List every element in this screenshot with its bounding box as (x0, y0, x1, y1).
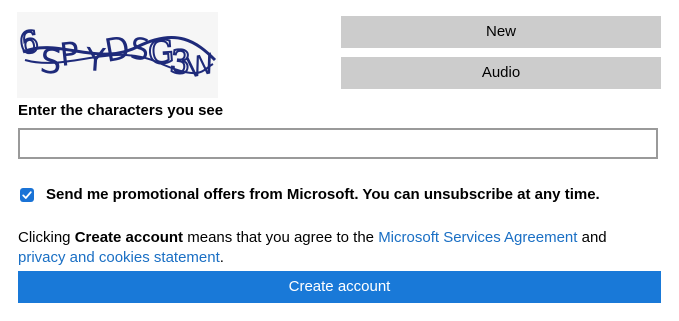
captcha-distorted-text: 6 S P Y D S G 3 W (17, 24, 218, 85)
privacy-statement-link[interactable]: privacy and cookies statement (18, 249, 220, 266)
svg-text:P: P (58, 34, 81, 74)
new-captcha-button[interactable]: New (341, 16, 661, 48)
captcha-image: 6 S P Y D S G 3 W (17, 12, 218, 98)
agreement-middle: means that you agree to the (183, 229, 379, 246)
checkmark-icon (22, 191, 32, 199)
svg-text:W: W (184, 47, 218, 85)
audio-captcha-button[interactable]: Audio (341, 57, 661, 89)
promo-label[interactable]: Send me promotional offers from Microsof… (46, 186, 600, 204)
agreement-bold-create-account: Create account (74, 229, 184, 246)
services-agreement-link[interactable]: Microsoft Services Agreement (378, 229, 577, 246)
captcha-prompt-label: Enter the characters you see (18, 102, 224, 119)
agreement-prefix: Clicking (18, 229, 75, 246)
captcha-input[interactable] (18, 128, 658, 159)
promo-checkbox[interactable] (20, 188, 34, 202)
agreement-end: . (219, 249, 224, 266)
agreement-and: and (577, 229, 607, 246)
svg-text:6: 6 (17, 25, 41, 62)
create-account-button[interactable]: Create account (18, 271, 661, 303)
signup-captcha-page: 6 S P Y D S G 3 W New Audio Enter the ch… (0, 0, 679, 321)
agreement-text: Clicking Create account means that you a… (18, 228, 658, 268)
